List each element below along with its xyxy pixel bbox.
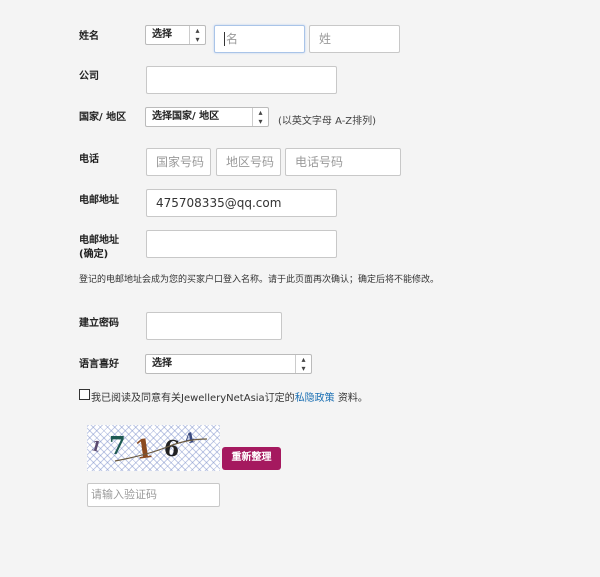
phone-area-code-placeholder: 地区号码 (226, 155, 275, 169)
email-note: 登记的电邮地址会成为您的买家户口登入名称。请于此页面再次确认；确定后将不能修改。 (79, 275, 440, 285)
captcha-noise-line (114, 438, 208, 462)
password-input[interactable] (146, 312, 282, 340)
phone-label: 电话 (79, 154, 99, 165)
title-select[interactable]: 选择 ▴ ▾ (145, 25, 206, 45)
language-select[interactable]: 选择 ▴ ▾ (145, 354, 312, 374)
captcha-image: 1 7 1 6 4 (87, 425, 220, 471)
captcha-input[interactable]: 请输入验证码 (87, 483, 220, 507)
agreement-text-before: 我已阅读及同意有关JewelleryNetAsia订定的 (91, 393, 295, 404)
last-name-input[interactable]: 姓 (309, 25, 400, 53)
email-input[interactable]: 475708335@qq.com (146, 189, 337, 217)
email-confirm-label: 电邮地址 (确定) (79, 234, 119, 262)
captcha-refresh-button[interactable]: 重新整理 (222, 447, 281, 470)
phone-number-placeholder: 电话号码 (295, 155, 344, 169)
title-select-value: 选择 (152, 29, 172, 40)
name-label: 姓名 (79, 31, 99, 42)
language-label: 语言喜好 (79, 359, 119, 370)
up-down-arrow-icon: ▴ ▾ (189, 26, 205, 44)
email-label: 电邮地址 (79, 195, 119, 206)
company-input[interactable] (146, 66, 337, 94)
email-value: 475708335@qq.com (156, 196, 282, 210)
email-confirm-label-line1: 电邮地址 (79, 235, 119, 246)
phone-country-code-input[interactable]: 国家号码 (146, 148, 211, 176)
agreement-text: 我已阅读及同意有关JewelleryNetAsia订定的私隐政策 资料。 (91, 389, 368, 404)
email-confirm-input[interactable] (146, 230, 337, 258)
first-name-input[interactable]: 名 (214, 25, 305, 53)
company-label: 公司 (79, 71, 99, 82)
language-select-value: 选择 (152, 358, 172, 369)
phone-country-code-placeholder: 国家号码 (156, 155, 205, 169)
first-name-placeholder: 名 (226, 32, 239, 46)
privacy-policy-link[interactable]: 私隐政策 (295, 393, 335, 404)
last-name-placeholder: 姓 (319, 32, 332, 46)
country-label: 国家/ 地区 (79, 112, 127, 123)
phone-number-input[interactable]: 电话号码 (285, 148, 401, 176)
agreement-checkbox[interactable] (79, 389, 90, 400)
password-label: 建立密码 (79, 318, 119, 329)
up-down-arrow-icon: ▴ ▾ (252, 108, 268, 126)
up-down-arrow-icon: ▴ ▾ (295, 355, 311, 373)
captcha-input-placeholder: 请输入验证码 (91, 488, 157, 501)
text-cursor (224, 31, 225, 46)
country-select[interactable]: 选择国家/ 地区 ▴ ▾ (145, 107, 269, 127)
email-confirm-label-line2: (确定) (79, 249, 109, 260)
country-select-value: 选择国家/ 地区 (152, 111, 220, 122)
phone-area-code-input[interactable]: 地区号码 (216, 148, 281, 176)
country-hint: (以英文字母 A-Z排列) (278, 116, 377, 127)
agreement-text-after: 资料。 (334, 393, 368, 404)
